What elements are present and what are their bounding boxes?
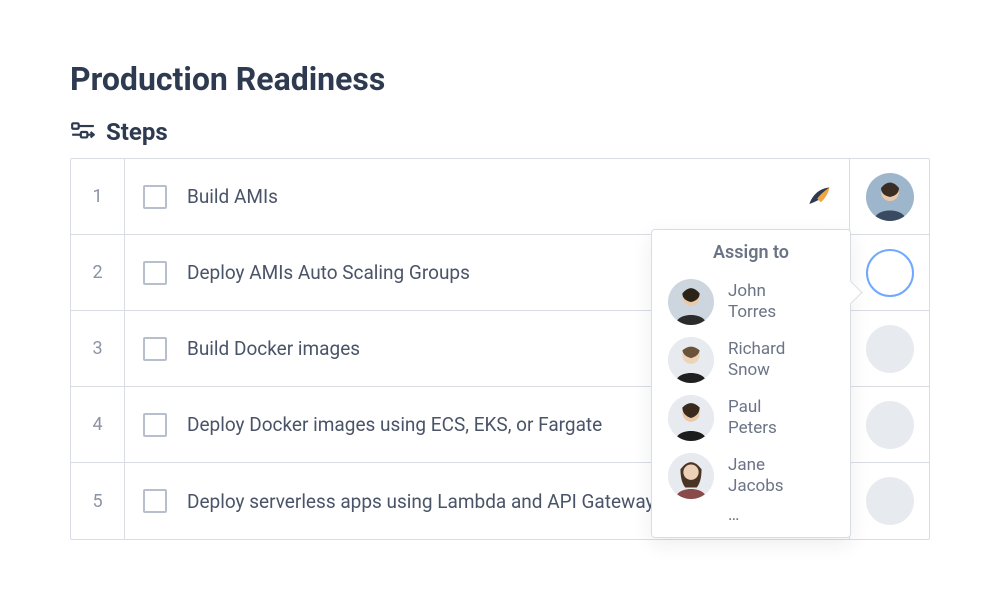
avatar [668,337,714,383]
person-name: PaulPeters [728,397,777,440]
step-label: Deploy AMIs Auto Scaling Groups [187,261,470,284]
step-number: 1 [71,159,125,234]
step-number: 5 [71,463,125,539]
avatar-empty[interactable] [866,401,914,449]
step-label: Build AMIs [187,185,278,208]
step-checkbox[interactable] [143,489,167,513]
person-name: JohnTorres [728,281,776,324]
step-service-icon [789,159,849,234]
step-label: Build Docker images [187,337,360,360]
popover-title: Assign to [668,242,834,263]
step-checkbox[interactable] [143,337,167,361]
step-checkbox[interactable] [143,413,167,437]
section-header: Steps [70,118,930,146]
popover-more[interactable]: … [668,505,834,529]
popover-person[interactable]: JaneJacobs [668,447,834,505]
person-name: RichardSnow [728,339,785,382]
step-number: 3 [71,311,125,386]
section-title: Steps [106,118,168,146]
step-checkbox[interactable] [143,185,167,209]
avatar [668,453,714,499]
step-number: 2 [71,235,125,310]
step-label: Deploy Docker images using ECS, EKS, or … [187,413,602,436]
step-row[interactable]: 1 Build AMIs [71,159,929,235]
step-assignee-cell[interactable] [849,235,929,310]
page-title: Production Readiness [70,60,930,98]
avatar[interactable] [866,173,914,221]
steps-icon [70,119,96,145]
avatar-empty-selected[interactable] [866,249,914,297]
step-assignee-cell[interactable] [849,387,929,462]
bird-icon [805,183,833,211]
popover-person[interactable]: JohnTorres [668,273,834,331]
step-assignee-cell[interactable] [849,311,929,386]
avatar-empty[interactable] [866,477,914,525]
popover-person[interactable]: RichardSnow [668,331,834,389]
person-name: JaneJacobs [728,455,784,498]
avatar-empty[interactable] [866,325,914,373]
assign-to-popover: Assign to JohnTorres RichardSnow PaulPet… [651,229,851,538]
avatar [668,395,714,441]
step-label: Deploy serverless apps using Lambda and … [187,490,655,513]
step-assignee-cell[interactable] [849,463,929,539]
avatar [668,279,714,325]
step-number: 4 [71,387,125,462]
popover-person[interactable]: PaulPeters [668,389,834,447]
step-checkbox[interactable] [143,261,167,285]
step-assignee-cell[interactable] [849,159,929,234]
